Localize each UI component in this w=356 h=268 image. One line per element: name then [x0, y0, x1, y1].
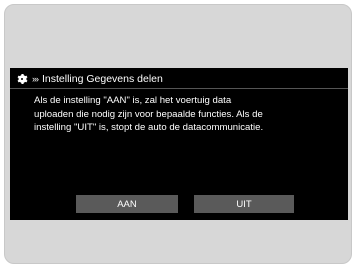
dialog-message: Als de instelling "AAN" is, zal het voer… — [34, 94, 340, 135]
message-line: Als de instelling "AAN" is, zal het voer… — [34, 95, 232, 106]
header-divider — [10, 88, 348, 89]
gear-icon — [17, 74, 28, 84]
device-bezel: ››› Instelling Gegevens delen Als de ins… — [4, 4, 352, 264]
off-button[interactable]: UIT — [194, 195, 294, 213]
message-line: uploaden die nodig zijn voor bepaalde fu… — [34, 108, 263, 120]
chevrons-right-icon: ››› — [32, 73, 39, 84]
dialog-title: Instelling Gegevens delen — [42, 72, 163, 85]
on-button[interactable]: AAN — [76, 195, 178, 213]
message-line: instelling "UIT" is, stopt de auto de da… — [34, 122, 264, 133]
dialog-header: ››› Instelling Gegevens delen — [16, 70, 163, 88]
settings-dialog: ››› Instelling Gegevens delen Als de ins… — [10, 68, 348, 220]
